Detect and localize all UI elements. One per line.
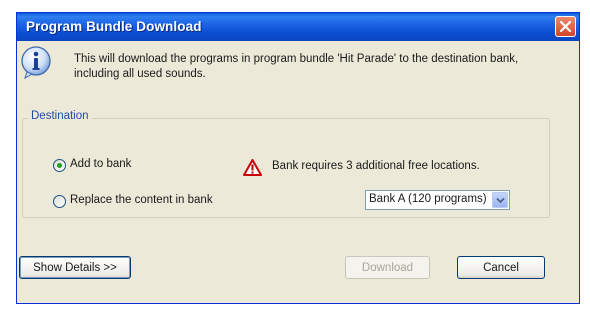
bank-select-value: Bank A (120 programs) bbox=[369, 193, 487, 205]
radio-selected-dot bbox=[57, 163, 62, 168]
close-icon bbox=[559, 20, 572, 33]
show-details-button[interactable]: Show Details >> bbox=[19, 256, 131, 279]
bank-select[interactable]: Bank A (120 programs) bbox=[365, 190, 510, 210]
window-title: Program Bundle Download bbox=[26, 19, 202, 34]
add-to-bank-label[interactable]: Add to bank bbox=[70, 158, 131, 170]
warning-icon bbox=[243, 159, 262, 176]
message-text: This will download the programs in progr… bbox=[74, 53, 519, 80]
replace-content-radio[interactable] bbox=[53, 195, 66, 208]
title-bar[interactable]: Program Bundle Download bbox=[17, 13, 579, 41]
cancel-button[interactable]: Cancel bbox=[457, 256, 545, 279]
warning-text: Bank requires 3 additional free location… bbox=[272, 160, 480, 172]
close-button[interactable] bbox=[555, 16, 576, 37]
add-to-bank-radio[interactable] bbox=[53, 159, 66, 172]
download-button[interactable]: Download bbox=[345, 256, 430, 279]
chevron-down-icon bbox=[496, 197, 505, 204]
info-icon bbox=[21, 46, 51, 79]
bank-select-dropdown-button[interactable] bbox=[492, 192, 508, 208]
destination-legend: Destination bbox=[28, 110, 92, 122]
replace-content-label[interactable]: Replace the content in bank bbox=[70, 194, 213, 206]
